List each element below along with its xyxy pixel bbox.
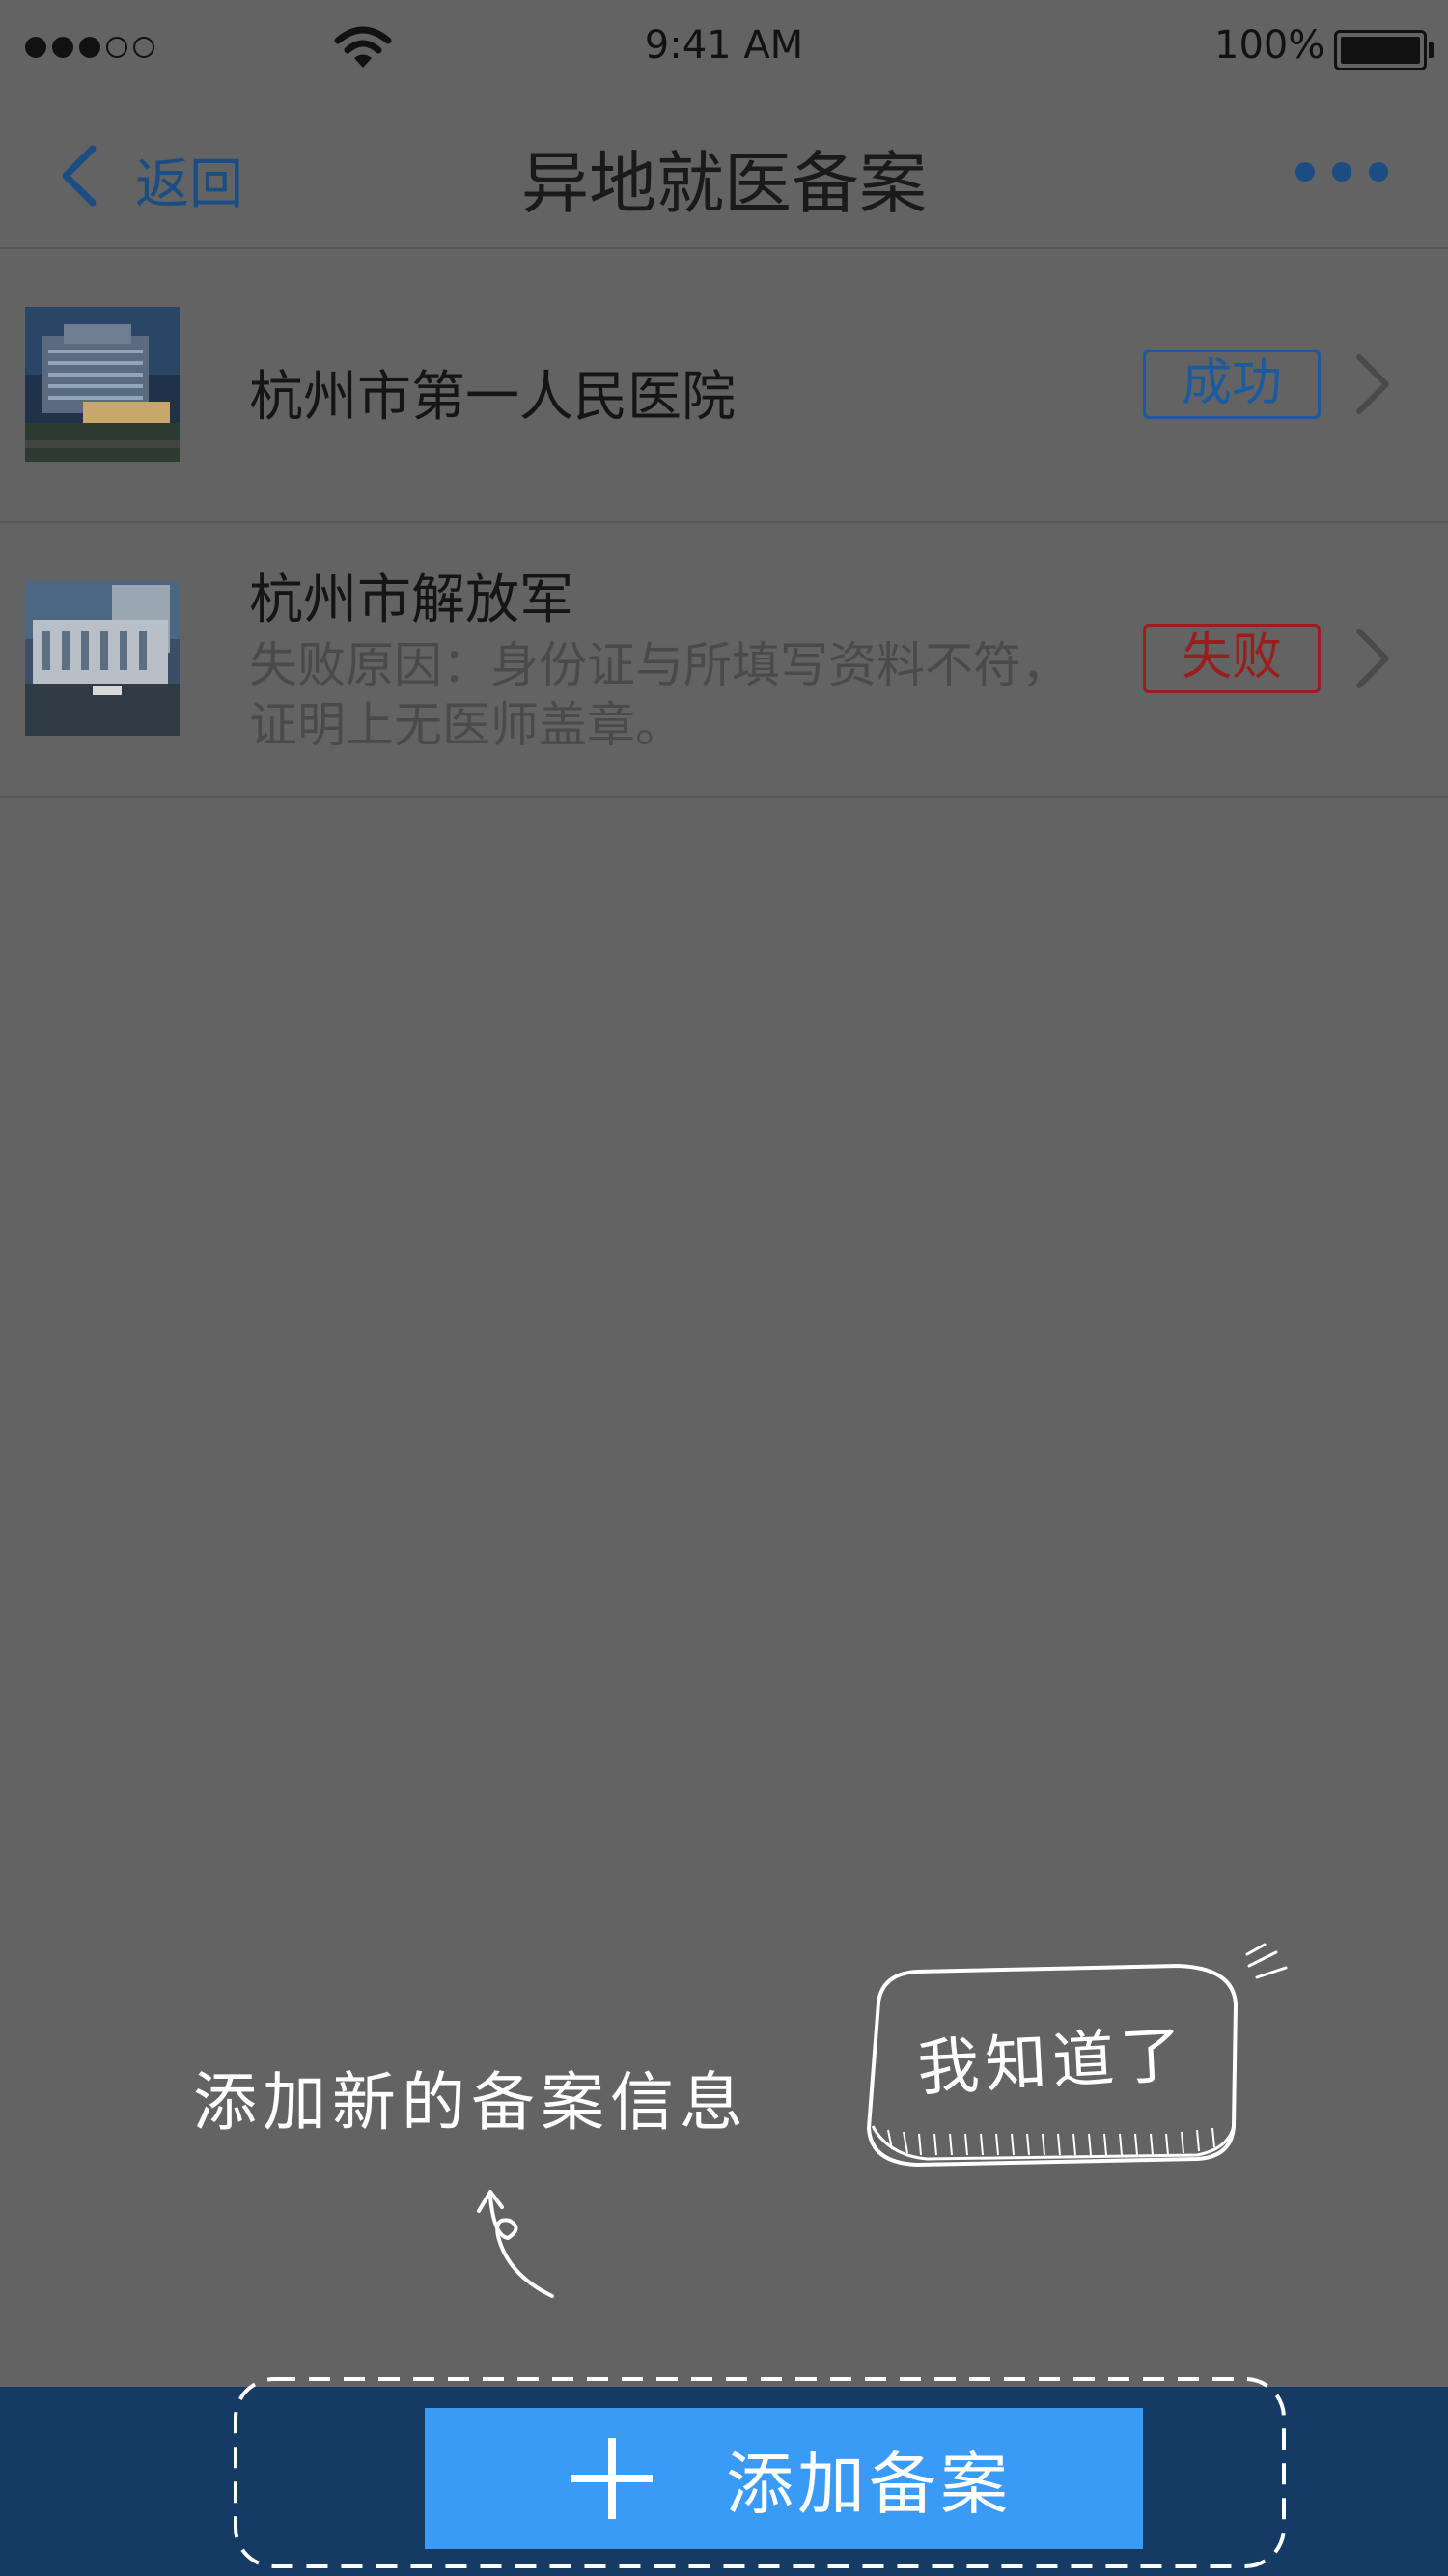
curved-arrow-icon: [477, 2190, 554, 2298]
list-item[interactable]: 杭州市第一人民医院 成功: [0, 247, 1448, 523]
back-chevron-icon[interactable]: [58, 145, 98, 207]
add-record-button[interactable]: 添加备案: [425, 2408, 1143, 2549]
guide-hint-text: 添加新的备案信息: [193, 2065, 749, 2140]
chevron-right-icon: [1356, 354, 1389, 414]
more-options-icon[interactable]: [1295, 162, 1388, 182]
add-record-label: 添加备案: [726, 2444, 1012, 2524]
hospital-thumbnail-image: [25, 307, 180, 462]
status-badge-fail: 失败: [1143, 624, 1321, 693]
back-button[interactable]: 返回: [135, 141, 243, 219]
list-item[interactable]: 杭州市解放军 失败原因：身份证与所填写资料不符， 证明上无医师盖章。 失败: [0, 521, 1448, 798]
hospital-name: 杭州市解放军: [249, 569, 573, 631]
status-time: 9:41 AM: [644, 23, 804, 68]
battery-icon: [1334, 30, 1427, 70]
battery-percentage: 100%: [1214, 23, 1325, 68]
sparkle-lines-icon: [1245, 1943, 1288, 1979]
plus-icon: [571, 2438, 653, 2519]
chevron-right-icon: [1356, 629, 1389, 688]
dismiss-button-label[interactable]: 我知道了: [905, 2004, 1199, 2109]
signal-strength-icon: [25, 37, 154, 58]
failure-reason-line-1: 失败原因：身份证与所填写资料不符，: [249, 637, 1070, 693]
hospital-thumbnail-image: [25, 581, 180, 736]
failure-reason-line-2: 证明上无医师盖章。: [249, 697, 683, 753]
page-title: 异地就医备案: [521, 144, 927, 223]
hospital-name: 杭州市第一人民医院: [249, 366, 736, 429]
wifi-icon: [334, 26, 392, 68]
status-bar: 9:41 AM 100%: [0, 0, 1448, 97]
status-badge-success: 成功: [1143, 350, 1321, 419]
battery-tip: [1429, 42, 1434, 58]
